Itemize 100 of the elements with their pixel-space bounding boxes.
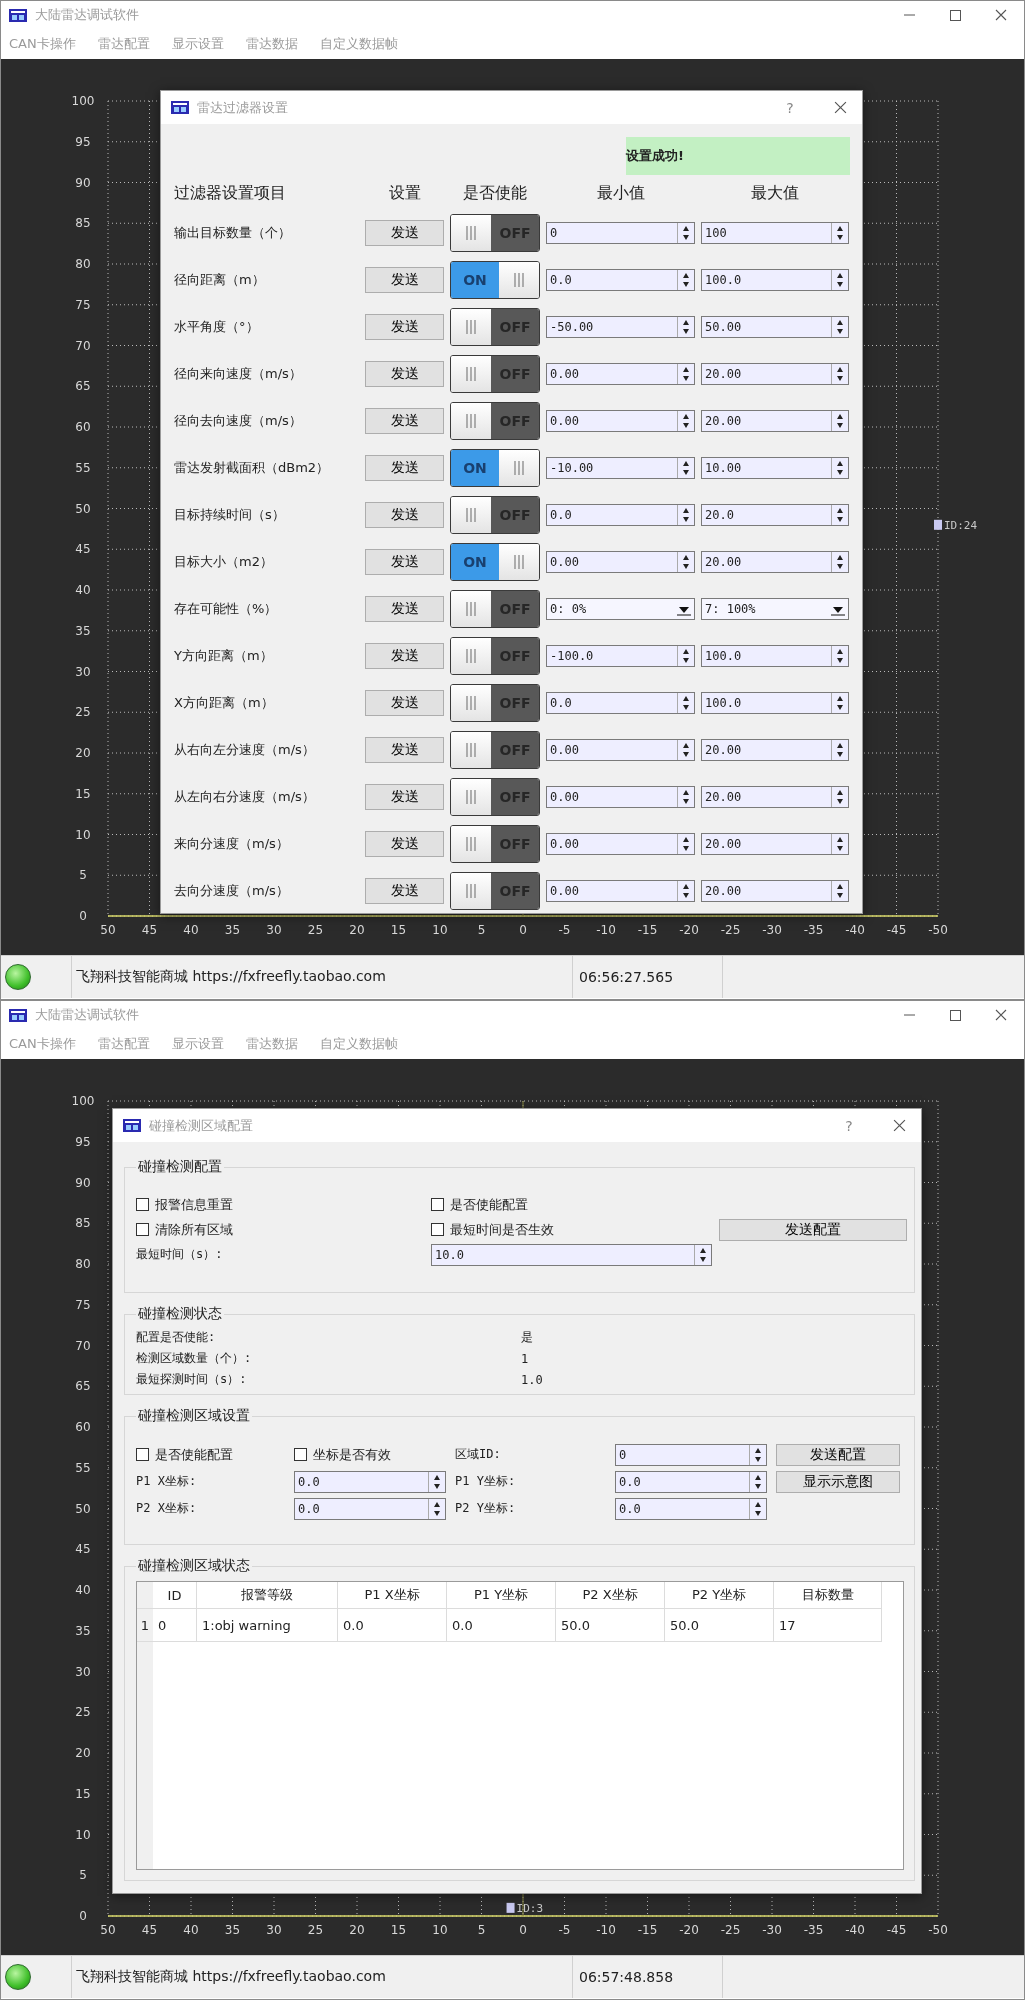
spin-field[interactable]: 0.00 xyxy=(546,879,695,902)
status-time: 06:57:48.858 xyxy=(579,1969,674,1985)
table-cell[interactable]: 50.0 xyxy=(556,1609,665,1642)
send-button[interactable]: 发送 xyxy=(365,219,444,246)
send-config-button[interactable]: 发送配置 xyxy=(776,1443,900,1466)
send-button[interactable]: 发送 xyxy=(365,313,444,340)
spin-field[interactable]: 20.00 xyxy=(701,550,849,573)
axis-tick-label: -35 xyxy=(803,923,824,937)
spin-field[interactable]: 100.0 xyxy=(701,691,849,714)
checkbox[interactable]: 坐标是否有效 xyxy=(294,1445,455,1464)
spin-field[interactable]: 100 xyxy=(701,221,849,244)
spin-field[interactable]: 20.00 xyxy=(701,409,849,432)
group-title: 碰撞检测区域状态 xyxy=(137,1557,251,1575)
filter-label: 目标持续时间（s） xyxy=(174,505,286,524)
field-label: P1 Y坐标: xyxy=(455,1473,517,1490)
close-icon[interactable] xyxy=(995,1009,1007,1021)
axis-tick-label: 5 xyxy=(79,868,87,883)
spin-field[interactable]: 0.00 xyxy=(546,738,695,761)
table-cell[interactable]: 17 xyxy=(774,1609,882,1642)
close-icon[interactable] xyxy=(833,101,847,114)
grip-icon xyxy=(513,459,525,476)
dialog-title: 碰撞检测区域配置 xyxy=(149,1116,253,1135)
spin-field[interactable]: 0.00 xyxy=(546,832,695,855)
grip-icon xyxy=(465,318,477,335)
send-button[interactable]: 发送 xyxy=(365,689,444,716)
checkbox[interactable]: 清除所有区域 xyxy=(136,1220,424,1239)
dropdown-field[interactable]: 0: 0% xyxy=(546,597,695,620)
axis-tick-label: 15 xyxy=(75,786,91,801)
table-cell[interactable]: 0.0 xyxy=(447,1609,556,1642)
axis-tick-label: -25 xyxy=(720,1923,741,1937)
send-button[interactable]: 发送 xyxy=(365,736,444,763)
send-button[interactable]: 发送 xyxy=(365,548,444,575)
checkbox[interactable]: 是否使能配置 xyxy=(431,1195,712,1214)
spin-field[interactable]: 0.00 xyxy=(546,550,695,573)
checkbox[interactable]: 报警信息重置 xyxy=(136,1195,424,1214)
spin-field[interactable]: 0.0 xyxy=(615,1470,767,1493)
send-button[interactable]: 发送 xyxy=(365,454,444,481)
spin-field[interactable]: 0.0 xyxy=(615,1497,767,1520)
send-button[interactable]: 发送 xyxy=(365,830,444,857)
grip-icon xyxy=(465,365,477,382)
spin-field[interactable]: 0 xyxy=(546,221,695,244)
close-icon[interactable] xyxy=(892,1119,906,1132)
spin-field[interactable]: 0.0 xyxy=(546,503,695,526)
table-cell[interactable]: 1:obj warning xyxy=(197,1609,338,1642)
send-button[interactable]: 发送 xyxy=(365,877,444,904)
spin-field[interactable]: 50.00 xyxy=(701,315,849,338)
send-button[interactable]: 发送 xyxy=(365,501,444,528)
axis-tick-label: 70 xyxy=(75,338,91,353)
axis-tick-label: -15 xyxy=(637,923,658,937)
maximize-icon[interactable] xyxy=(949,1009,961,1021)
table-cell[interactable]: 0.0 xyxy=(338,1609,447,1642)
spin-field[interactable]: 20.0 xyxy=(701,503,849,526)
spin-field[interactable]: 0 xyxy=(615,1443,767,1466)
grip-icon xyxy=(465,694,477,711)
spin-field[interactable]: 10.00 xyxy=(701,456,849,479)
axis-tick-label: -20 xyxy=(679,1923,699,1937)
spin-field[interactable]: 0.0 xyxy=(546,691,695,714)
spin-field[interactable]: 0.00 xyxy=(546,362,695,385)
spin-field[interactable]: 0.0 xyxy=(294,1470,446,1493)
show-diagram-button[interactable]: 显示示意图 xyxy=(776,1470,900,1493)
axis-tick-label: -45 xyxy=(886,923,907,937)
spin-field[interactable]: 0.0 xyxy=(546,268,695,291)
table-cell[interactable]: 0 xyxy=(153,1609,197,1642)
spin-field[interactable]: 100.0 xyxy=(701,268,849,291)
spin-field[interactable]: 20.00 xyxy=(701,785,849,808)
spin-field[interactable]: -100.0 xyxy=(546,644,695,667)
send-button[interactable]: 发送 xyxy=(365,595,444,622)
send-button[interactable]: 发送 xyxy=(365,783,444,810)
send-button[interactable]: 发送 xyxy=(365,360,444,387)
filter-label: 从右向左分速度（m/s） xyxy=(174,740,316,759)
send-button[interactable]: 发送 xyxy=(365,642,444,669)
checkbox[interactable]: 是否使能配置 xyxy=(136,1445,294,1464)
axis-tick-label: -40 xyxy=(845,923,865,937)
spin-field[interactable]: 10.0 xyxy=(431,1243,712,1266)
status-value: 1 xyxy=(521,1351,530,1366)
spin-field[interactable]: -50.00 xyxy=(546,315,695,338)
axis-tick-label: -50 xyxy=(928,1923,948,1937)
spin-field[interactable]: 0.00 xyxy=(546,409,695,432)
axis-tick-label: 80 xyxy=(75,1257,91,1271)
help-button[interactable]: ? xyxy=(770,98,810,117)
close-icon[interactable] xyxy=(995,9,1007,21)
spin-field[interactable]: 20.00 xyxy=(701,362,849,385)
window-title: 大陆雷达调试软件 xyxy=(35,1006,139,1024)
spin-field[interactable]: 20.00 xyxy=(701,738,849,761)
dropdown-field[interactable]: 7: 100% xyxy=(701,597,849,620)
send-button[interactable]: 发送 xyxy=(365,266,444,293)
help-button[interactable]: ? xyxy=(829,1116,869,1135)
app-logo-icon xyxy=(9,1008,27,1022)
checkbox[interactable]: 最短时间是否生效 xyxy=(431,1220,712,1239)
table-cell[interactable]: 50.0 xyxy=(665,1609,774,1642)
spin-field[interactable]: 100.0 xyxy=(701,644,849,667)
send-config-button[interactable]: 发送配置 xyxy=(719,1218,907,1241)
send-button[interactable]: 发送 xyxy=(365,407,444,434)
maximize-icon[interactable] xyxy=(949,9,961,21)
spin-field[interactable]: 0.00 xyxy=(546,785,695,808)
spin-field[interactable]: 0.0 xyxy=(294,1497,446,1520)
spin-field[interactable]: 20.00 xyxy=(701,879,849,902)
spin-field[interactable]: 20.00 xyxy=(701,832,849,855)
app-logo-icon xyxy=(171,101,189,114)
spin-field[interactable]: -10.00 xyxy=(546,456,695,479)
